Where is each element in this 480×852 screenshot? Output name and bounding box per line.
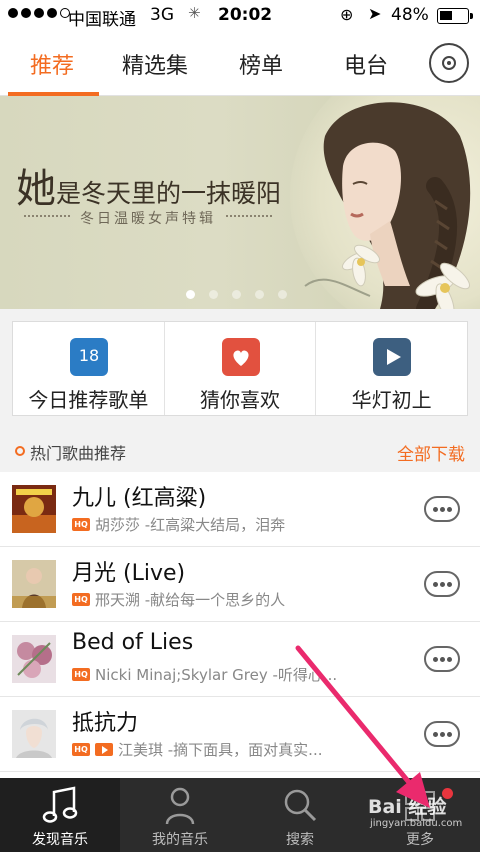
clock: 20:02 [218, 5, 273, 25]
song-subtitle: 胡莎莎 -红高粱大结局，泪奔 [95, 516, 286, 534]
activity-spinner-icon: ✳ [188, 4, 201, 22]
song-meta: HQ 江美琪 -摘下面具，面对真实... [72, 739, 323, 760]
album-cover [12, 560, 56, 608]
section-title: 热门歌曲推荐 [30, 444, 127, 463]
tab-recommend[interactable]: 推荐 [30, 48, 74, 80]
evening-lights-label: 华灯初上 [351, 388, 432, 412]
song-subtitle: 邢天溯 -献给每一个思乡的人 [95, 591, 286, 609]
heart-icon [221, 338, 260, 376]
download-all-link[interactable]: 全部下载 [397, 440, 465, 465]
song-row[interactable]: 抵抗力 HQ 江美琪 -摘下面具，面对真实... [0, 697, 480, 772]
location-icon: ➤ [368, 4, 382, 23]
song-meta: HQ 胡莎莎 -红高粱大结局，泪奔 [72, 514, 285, 535]
quick-actions-card: 18 今日推荐歌单 猜你喜欢 华灯初上 [12, 321, 468, 416]
network-type: 3G [150, 5, 174, 25]
daily-playlist-button[interactable]: 18 今日推荐歌单 [13, 322, 165, 415]
calendar-icon: 18 [70, 338, 108, 376]
status-bar: 中国联通 3G ✳ 20:02 ⊕ ➤ 48% [0, 0, 480, 32]
top-tab-bar: 推荐 精选集 榜单 电台 [0, 32, 480, 96]
vinyl-disc-icon[interactable] [429, 43, 469, 83]
tab-radio[interactable]: 电台 [344, 48, 388, 80]
tab-label: 我的音乐 [152, 832, 208, 848]
more-options-icon[interactable] [424, 571, 460, 597]
song-title: 九儿 (红高粱) [72, 486, 207, 511]
more-options-icon[interactable] [424, 646, 460, 672]
evening-lights-button[interactable]: 华灯初上 [316, 322, 467, 415]
hq-badge: HQ [72, 518, 90, 531]
tab-collections[interactable]: 精选集 [122, 48, 188, 80]
hq-badge: HQ [72, 743, 90, 756]
rotation-lock-icon: ⊕ [340, 5, 354, 24]
album-cover [12, 710, 56, 758]
song-row[interactable]: Bed of Lies HQ Nicki Minaj;Skylar Grey -… [0, 622, 480, 697]
banner-title: 她是冬天里的一抹暖阳 [16, 166, 282, 212]
album-cover [12, 635, 56, 683]
battery-percent: 48% [391, 5, 429, 25]
album-cover [12, 485, 56, 533]
song-title: 抵抗力 [72, 711, 139, 736]
person-icon [165, 787, 195, 825]
music-note-icon [42, 786, 78, 823]
more-options-icon[interactable] [424, 496, 460, 522]
promo-banner[interactable]: 她是冬天里的一抹暖阳 冬日温暖女声特辑 [0, 96, 480, 309]
song-row[interactable]: 九儿 (红高粱) HQ 胡莎莎 -红高粱大结局，泪奔 [0, 472, 480, 547]
tab-my-music[interactable]: 我的音乐 [120, 778, 240, 852]
tab-search[interactable]: 搜索 [240, 778, 360, 852]
more-options-icon[interactable] [424, 721, 460, 747]
tab-charts[interactable]: 榜单 [239, 48, 283, 80]
song-title: 月光 (Live) [72, 561, 186, 586]
song-meta: HQ Nicki Minaj;Skylar Grey -听得心... [72, 664, 337, 685]
song-subtitle: 江美琪 -摘下面具，面对真实... [118, 741, 323, 759]
tab-discover-music[interactable]: 发现音乐 [0, 778, 120, 852]
mv-badge-icon [95, 743, 113, 756]
battery-icon [437, 8, 473, 24]
tab-label: 发现音乐 [32, 832, 88, 848]
carrier-name: 中国联通 [68, 10, 136, 30]
hq-badge: HQ [72, 593, 90, 606]
song-title: Bed of Lies [72, 630, 194, 655]
section-bullet-icon [15, 446, 25, 456]
search-icon [284, 789, 317, 822]
banner-subtitle: 冬日温暖女声特辑 [24, 208, 272, 228]
song-list: 九儿 (红高粱) HQ 胡莎莎 -红高粱大结局，泪奔 月光 (Live) HQ … [0, 472, 480, 778]
tab-label: 搜索 [286, 832, 314, 848]
signal-strength-icon [8, 8, 70, 18]
hq-badge: HQ [72, 668, 90, 681]
song-meta: HQ 邢天溯 -献给每一个思乡的人 [72, 589, 285, 610]
guess-you-like-label: 猜你喜欢 [200, 388, 280, 412]
song-row[interactable]: 月光 (Live) HQ 邢天溯 -献给每一个思乡的人 [0, 547, 480, 622]
guess-you-like-button[interactable]: 猜你喜欢 [165, 322, 317, 415]
play-icon [373, 338, 412, 376]
carousel-page-indicator[interactable] [186, 290, 287, 299]
girl-portrait-illustration [304, 102, 471, 309]
tab-label: 更多 [406, 832, 434, 848]
song-subtitle: Nicki Minaj;Skylar Grey -听得心... [95, 666, 338, 684]
hot-songs-header: 热门歌曲推荐 全部下载 [0, 436, 480, 468]
daily-playlist-label: 今日推荐歌单 [28, 388, 149, 412]
